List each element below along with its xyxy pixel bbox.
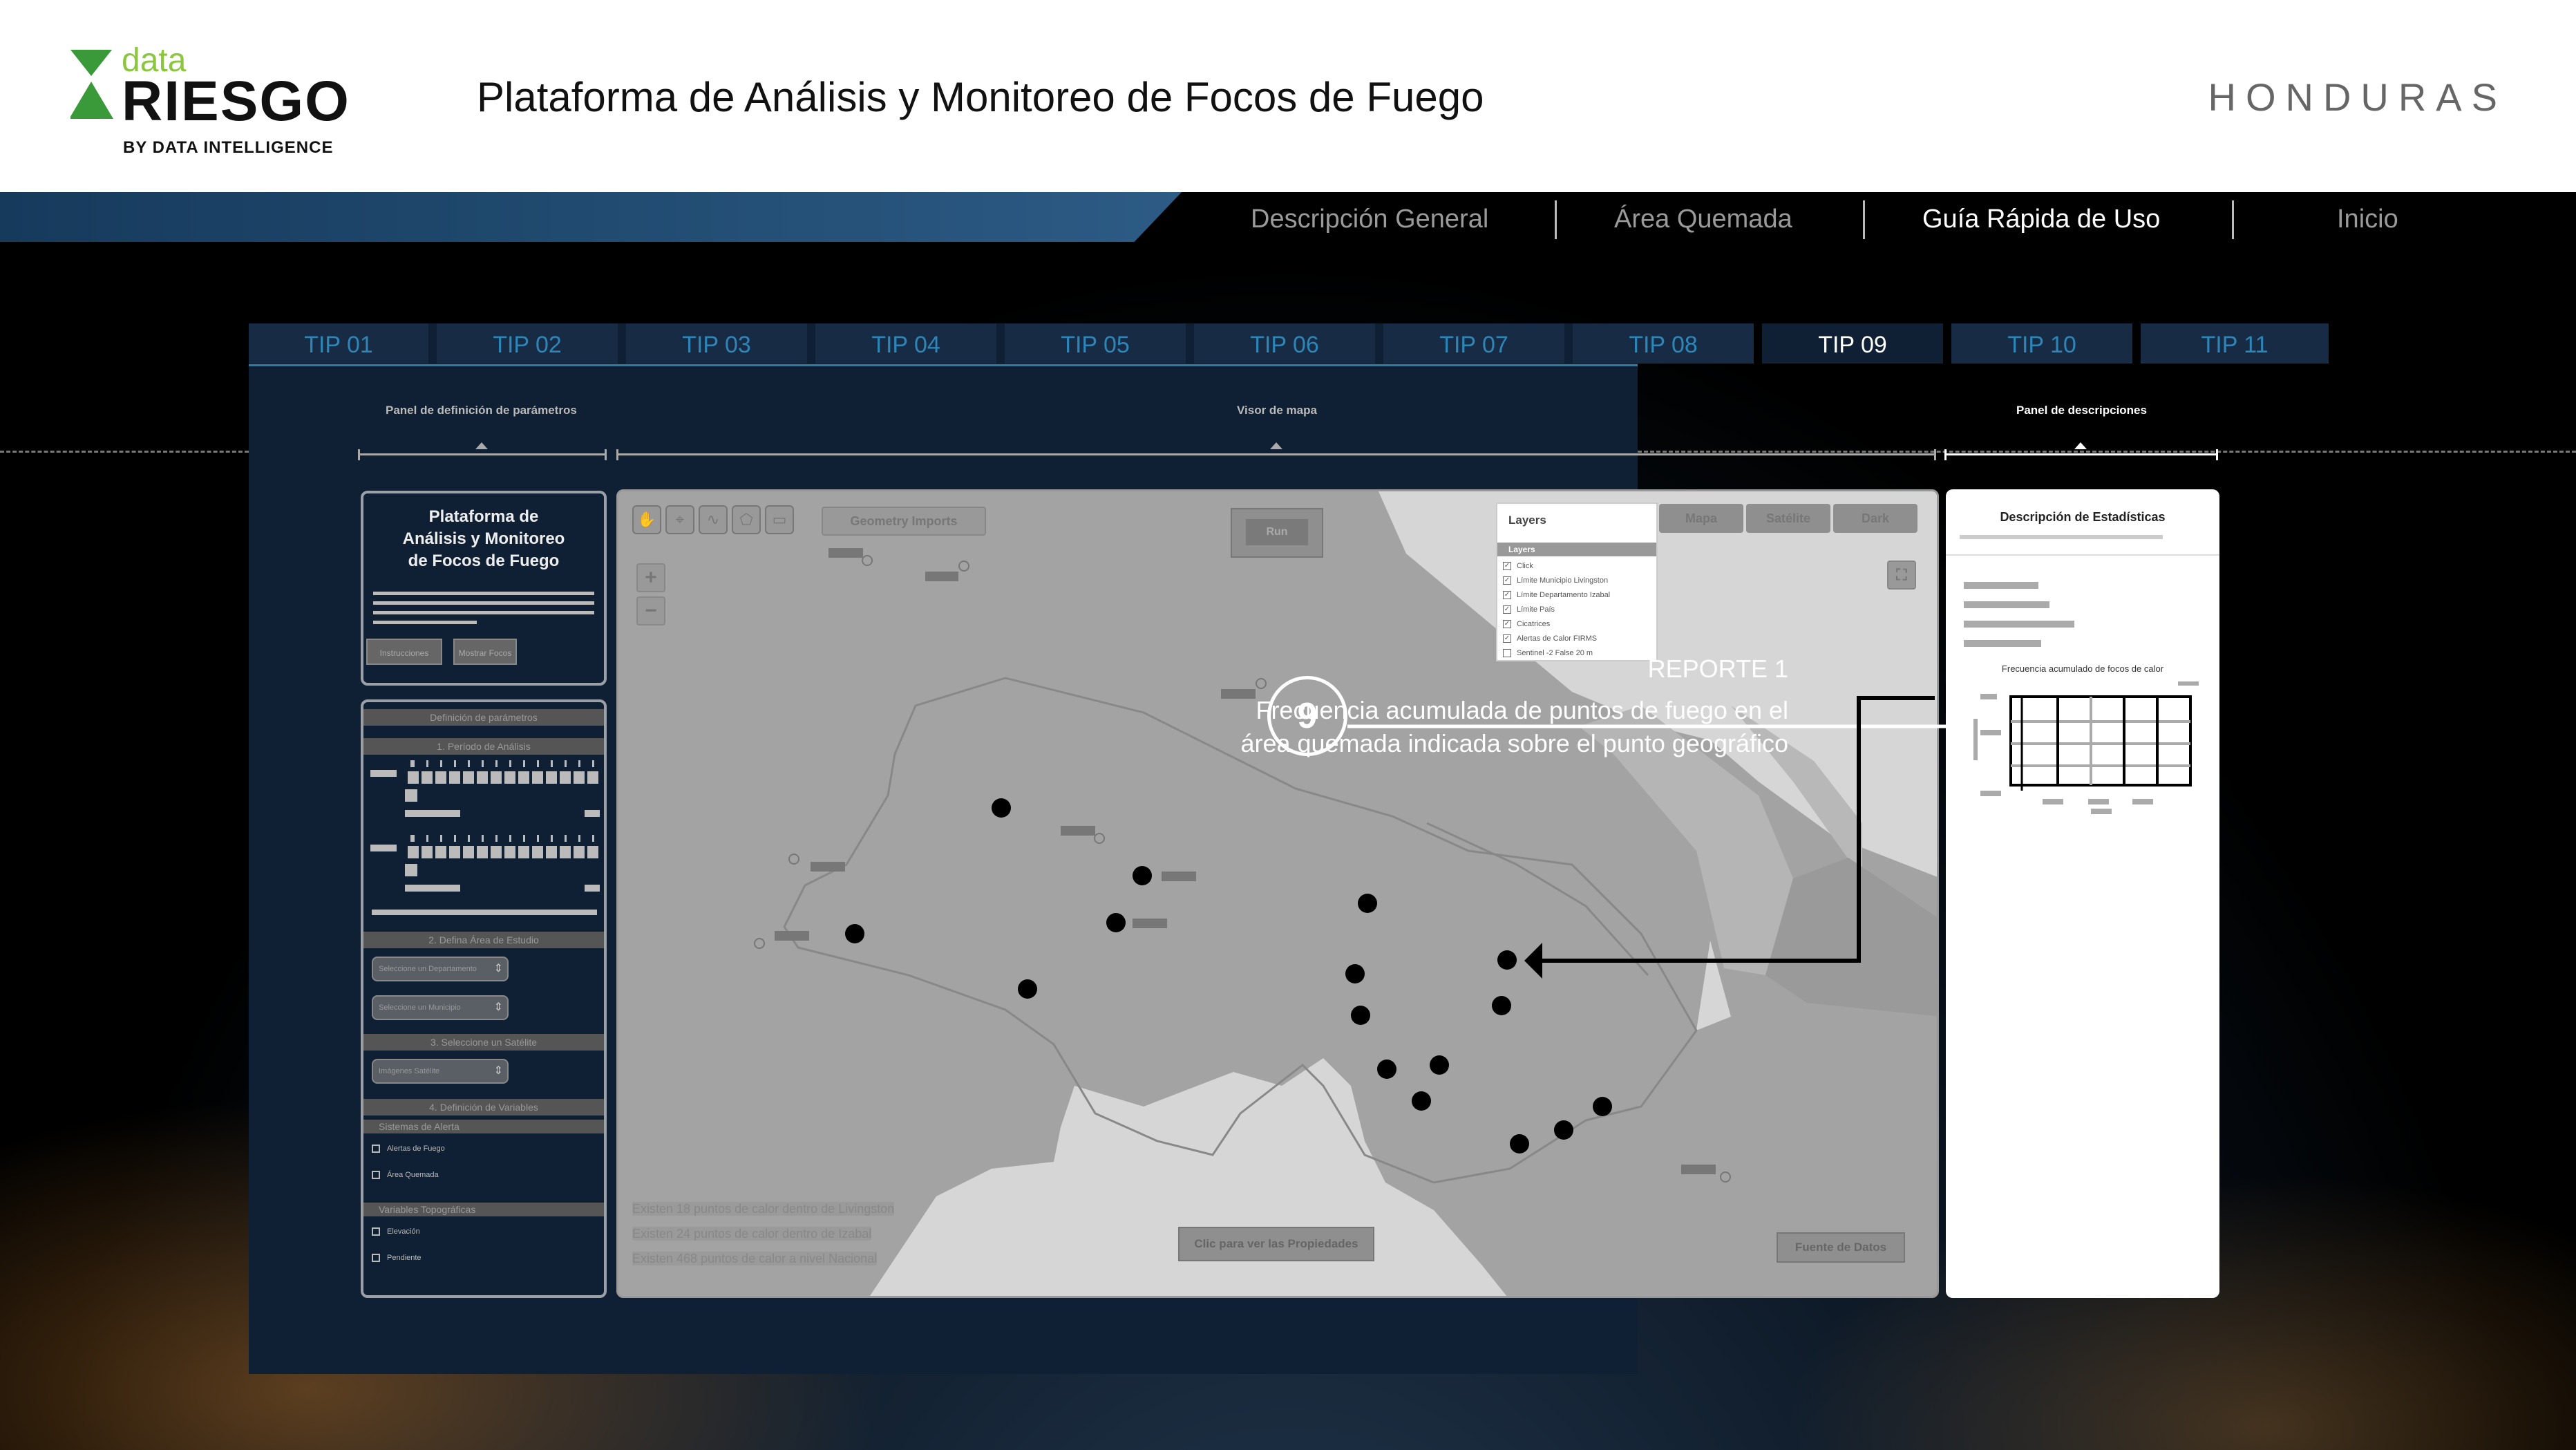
frequency-chart <box>1973 694 2192 814</box>
text-line <box>1964 621 2074 628</box>
descriptions-title: Descripción de Estadísticas <box>2000 510 2166 524</box>
divider <box>1946 554 2219 556</box>
title-underline <box>1960 535 2163 539</box>
text-line <box>1964 601 2049 608</box>
chart-title: Frecuencia acumulado de focos de calor <box>2001 663 2164 674</box>
text-line <box>1964 582 2038 589</box>
descriptions-panel: Descripción de Estadísticas Frecuencia a… <box>1946 489 2219 1298</box>
text-line <box>1964 640 2041 647</box>
chart-legend <box>2178 681 2199 686</box>
